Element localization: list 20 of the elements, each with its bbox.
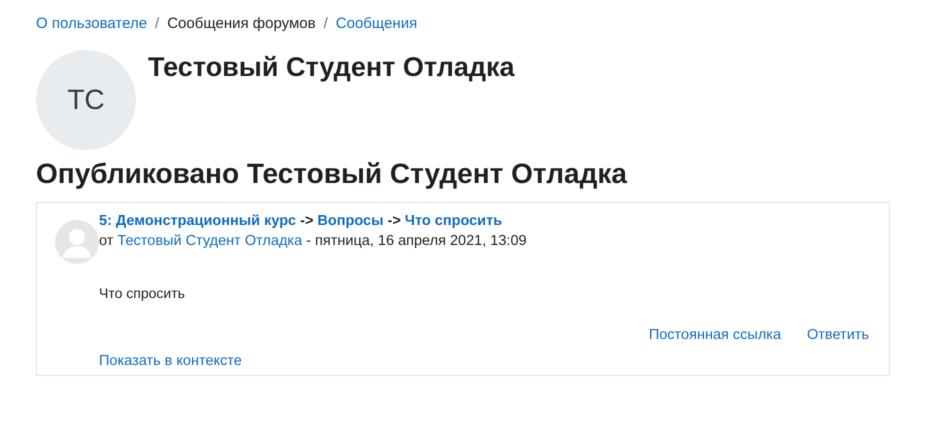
post-message: Что спросить	[99, 285, 186, 301]
subject-link[interactable]: Что спросить	[404, 211, 502, 231]
action-link[interactable]: Постоянная ссылка	[648, 327, 782, 343]
page-heading: Опубликовано Тестовый Студент Отладка	[36, 157, 628, 191]
breadcrumb-separator: /	[155, 14, 160, 34]
breadcrumb-link[interactable]: О пользователе	[36, 14, 148, 34]
action-link[interactable]: Ответить	[807, 327, 869, 343]
subject-link[interactable]: 5: Демонстрационный курс	[99, 211, 296, 231]
post-byline: от Тестовый Студент Отладка - пятница, 16 апреля 2021, 13:09	[99, 232, 528, 251]
user-avatar: ТС	[36, 50, 136, 150]
breadcrumb-link[interactable]: Сообщения	[336, 14, 418, 34]
user-name: Тестовый Студент Отладка	[148, 52, 515, 84]
subject-separator: ->	[300, 212, 314, 231]
subject-link[interactable]: Вопросы	[317, 211, 384, 231]
context-link[interactable]: Показать в контексте	[99, 353, 242, 369]
breadcrumb-separator: /	[324, 14, 328, 34]
breadcrumb-item: Сообщения форумов	[167, 14, 316, 34]
author-link[interactable]: Тестовый Студент Отладка	[117, 233, 302, 249]
user-avatar-icon	[55, 220, 99, 264]
subject-separator: ->	[387, 212, 401, 231]
